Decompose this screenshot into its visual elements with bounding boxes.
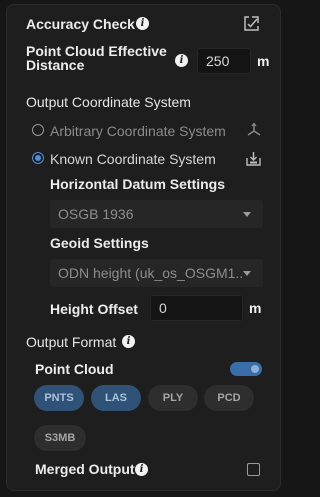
height-offset-input[interactable]: 0 [150, 295, 243, 321]
format-chip-label: S3MB [44, 432, 76, 444]
format-chip-label: LAS [105, 392, 127, 404]
arbitrary-coordinate-label[interactable]: Arbitrary Coordinate System [50, 123, 226, 139]
geoid-select[interactable]: ODN height (uk_os_OSGM1... [50, 259, 263, 287]
horizontal-datum-label: Horizontal Datum Settings [50, 176, 226, 192]
effective-distance-label: Point Cloud Effective Distance [26, 44, 167, 72]
info-icon[interactable]: i [175, 54, 188, 67]
output-format-heading: Output Format [26, 334, 117, 350]
info-icon[interactable]: i [136, 17, 149, 30]
info-icon[interactable]: i [135, 463, 148, 476]
point-cloud-toggle[interactable] [230, 362, 262, 376]
geoid-label: Geoid Settings [50, 235, 149, 251]
horizontal-datum-value: OSGB 1936 [58, 206, 134, 222]
effective-distance-input[interactable]: 250 [197, 48, 251, 74]
format-chip-label: PNTS [44, 392, 74, 404]
info-icon[interactable]: i [122, 335, 135, 348]
height-offset-unit: m [249, 300, 262, 316]
format-chip-label: PCD [217, 392, 241, 404]
horizontal-datum-select[interactable]: OSGB 1936 [50, 200, 263, 228]
output-coordinate-heading: Output Coordinate System [26, 94, 191, 110]
chevron-down-icon [243, 212, 251, 217]
effective-distance-unit: m [257, 53, 270, 69]
known-coordinate-radio[interactable] [32, 152, 44, 164]
format-chip-ply[interactable]: PLY [148, 385, 198, 411]
known-coordinate-label[interactable]: Known Coordinate System [50, 151, 216, 167]
merged-output-label: Merged Output [35, 461, 135, 477]
import-coordinate-icon[interactable] [245, 150, 262, 167]
format-chip-las[interactable]: LAS [91, 385, 141, 411]
point-cloud-label: Point Cloud [35, 361, 114, 377]
height-offset-label: Height Offset [50, 301, 138, 317]
chevron-down-icon [243, 271, 251, 276]
format-chip-pnts[interactable]: PNTS [34, 385, 84, 411]
axis-icon [246, 122, 262, 138]
settings-panel: Accuracy Check i Point Cloud Effective D… [6, 4, 281, 491]
effective-distance-value: 250 [206, 53, 230, 69]
format-chip-pcd[interactable]: PCD [204, 385, 254, 411]
export-check-icon[interactable] [243, 15, 260, 32]
height-offset-value: 0 [159, 300, 167, 316]
geoid-value: ODN height (uk_os_OSGM1... [58, 265, 244, 281]
format-chip-s3mb[interactable]: S3MB [34, 425, 86, 451]
accuracy-check-title: Accuracy Check [26, 16, 135, 32]
format-chip-label: PLY [162, 392, 184, 404]
merged-output-checkbox[interactable] [247, 463, 260, 476]
arbitrary-coordinate-radio[interactable] [32, 124, 44, 136]
effective-distance-label-line2: Distance [26, 57, 85, 73]
